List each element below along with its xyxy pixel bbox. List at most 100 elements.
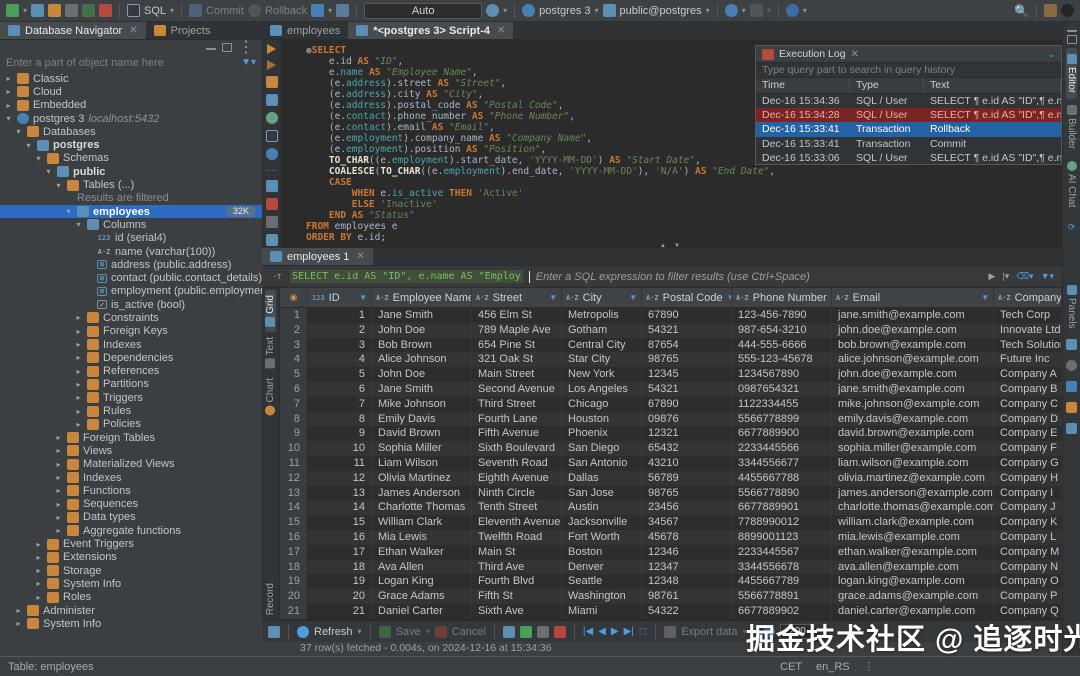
cell[interactable]: 4455667789 — [732, 574, 832, 589]
apply-filter-icon[interactable]: ▶ — [989, 271, 996, 282]
cell[interactable]: Grace Adams — [372, 589, 472, 604]
query-history-search[interactable]: Type query part to search in query histo… — [756, 63, 1061, 78]
filter-settings-icon[interactable]: ▼▾ — [1041, 271, 1054, 282]
cell[interactable]: Bob Brown — [372, 338, 472, 353]
explain-plan-icon[interactable] — [266, 76, 278, 88]
cell[interactable]: Mia Lewis — [372, 530, 472, 545]
cell[interactable]: 654 Pine St — [472, 338, 562, 353]
cell[interactable]: Company G — [994, 456, 1062, 471]
cell[interactable]: Metropolis — [562, 308, 642, 323]
erase-filter-icon[interactable]: ⌫▾ — [1016, 271, 1033, 282]
grouping-panel-icon[interactable] — [1066, 402, 1077, 413]
cell[interactable]: San Diego — [562, 441, 642, 456]
tree-item[interactable]: ▸Constraints — [0, 311, 262, 324]
text-output-icon[interactable] — [266, 216, 278, 228]
search-icon[interactable]: 🔍 — [1014, 4, 1029, 18]
cell[interactable]: 87654 — [642, 338, 732, 353]
tab-grid[interactable]: Grid — [265, 290, 276, 332]
cell[interactable]: 789 Maple Ave — [472, 323, 562, 338]
cell[interactable]: Mike Johnson — [372, 397, 472, 412]
table-row[interactable]: 1818Ava AllenThird AveDenver123473344556… — [280, 560, 1062, 575]
object-filter-input[interactable] — [6, 57, 237, 69]
filter-placeholder[interactable]: Enter a SQL expression to filter results… — [536, 271, 810, 283]
cell[interactable]: 3344556677 — [732, 456, 832, 471]
cell[interactable]: William Clark — [372, 515, 472, 530]
cell[interactable]: Company I — [994, 486, 1062, 501]
cell[interactable]: Jacksonville — [562, 515, 642, 530]
column-header-employee-name[interactable]: A·ZEmployee Name▼ — [372, 288, 472, 307]
cell[interactable]: Logan King — [372, 574, 472, 589]
table-row[interactable]: 66Jane SmithSecond AvenueLos Angeles5432… — [280, 382, 1062, 397]
cell[interactable]: 54321 — [642, 382, 732, 397]
table-row[interactable]: 1919Logan KingFourth BlvdSeattle12348445… — [280, 574, 1062, 589]
tree-item[interactable]: ▸Extensions — [0, 551, 262, 564]
execlog-row[interactable]: Dec-16 15:33:41TransactionRollback — [756, 122, 1061, 136]
cell[interactable]: 1 — [308, 308, 372, 323]
cell[interactable]: 98765 — [642, 486, 732, 501]
cell[interactable]: Liam Wilson — [372, 456, 472, 471]
cell[interactable]: Company D — [994, 412, 1062, 427]
cell[interactable]: 12348 — [642, 574, 732, 589]
cell[interactable]: 8899001123 — [732, 530, 832, 545]
tab-builder[interactable]: Builder — [1066, 99, 1077, 155]
cell[interactable]: Company E — [994, 426, 1062, 441]
cell[interactable]: 16 — [308, 530, 372, 545]
cell[interactable]: 20 — [308, 589, 372, 604]
cell[interactable]: 18 — [308, 560, 372, 575]
cell[interactable]: James Anderson — [372, 486, 472, 501]
cell[interactable]: Company K — [994, 515, 1062, 530]
tree-item[interactable]: ▾postgres 3 localhost:5432 — [0, 112, 262, 125]
open-folder-icon[interactable] — [48, 4, 61, 17]
fetch-page-icon[interactable]: ◻ — [639, 626, 647, 637]
cell[interactable]: james.anderson@example.com — [832, 486, 994, 501]
references-panel-icon[interactable] — [1066, 360, 1077, 371]
cell[interactable]: Tenth Street — [472, 500, 562, 515]
cell[interactable]: Sophia Miller — [372, 441, 472, 456]
tree-item[interactable]: ▸Materialized Views — [0, 458, 262, 471]
cell[interactable]: charlotte.thomas@example.com — [832, 500, 994, 515]
prev-row-icon[interactable]: ◀ — [598, 626, 606, 637]
restore-icon[interactable] — [1067, 35, 1077, 44]
cell[interactable]: logan.king@example.com — [832, 574, 994, 589]
cell[interactable]: 321 Oak St — [472, 352, 562, 367]
cell[interactable]: 56789 — [642, 471, 732, 486]
cell[interactable]: Company L — [994, 530, 1062, 545]
tree-item[interactable]: ⊞address (public.address) — [0, 258, 262, 271]
cell[interactable]: 3344556678 — [732, 560, 832, 575]
cell[interactable]: Company B — [994, 382, 1062, 397]
edit-connection-icon[interactable] — [82, 4, 95, 17]
cell[interactable]: Central City — [562, 338, 642, 353]
ai-assistant-icon[interactable] — [266, 112, 278, 124]
cell[interactable]: New York — [562, 367, 642, 382]
close-icon[interactable]: ✕ — [497, 25, 505, 36]
cell[interactable]: Los Angeles — [562, 382, 642, 397]
cell[interactable]: Company M — [994, 545, 1062, 560]
cell[interactable]: 2233445566 — [732, 441, 832, 456]
refresh-icon[interactable] — [297, 626, 309, 638]
cell[interactable]: 0987654321 — [732, 382, 832, 397]
cell[interactable]: 3 — [308, 338, 372, 353]
cell[interactable]: 15 — [308, 515, 372, 530]
cell[interactable]: Innovate Ltd — [994, 323, 1062, 338]
column-header-street[interactable]: A·ZStreet▼ — [472, 288, 562, 307]
metadata-panel-icon[interactable] — [1066, 423, 1077, 434]
cell[interactable]: david.brown@example.com — [832, 426, 994, 441]
cell[interactable]: 17 — [308, 545, 372, 560]
tree-item[interactable]: ▸References — [0, 365, 262, 378]
execlog-row[interactable]: Dec-16 15:33:06SQL / UserSELECT ¶ e.id A… — [756, 151, 1061, 165]
tree-item[interactable]: ▾employees32K — [0, 205, 262, 218]
cell[interactable]: Company J — [994, 500, 1062, 515]
cell[interactable]: Tech Corp — [994, 308, 1062, 323]
first-row-icon[interactable]: |◀ — [583, 626, 593, 637]
filter-sql-text[interactable]: SELECT e.id AS "ID", e.name AS "Employ — [290, 270, 523, 283]
minimize-icon[interactable] — [1067, 27, 1077, 32]
tree-item[interactable]: ▾Schemas — [0, 152, 262, 165]
table-row[interactable]: 33Bob Brown654 Pine StCentral City876544… — [280, 338, 1062, 353]
cell[interactable]: mia.lewis@example.com — [832, 530, 994, 545]
driver-manager-icon[interactable] — [99, 4, 112, 17]
maximize-icon[interactable] — [222, 43, 232, 52]
rollback-button[interactable]: Rollback — [265, 5, 307, 17]
panel-toggle-icon[interactable] — [268, 626, 280, 638]
cell[interactable]: 12347 — [642, 560, 732, 575]
cell[interactable]: Main Street — [472, 367, 562, 382]
